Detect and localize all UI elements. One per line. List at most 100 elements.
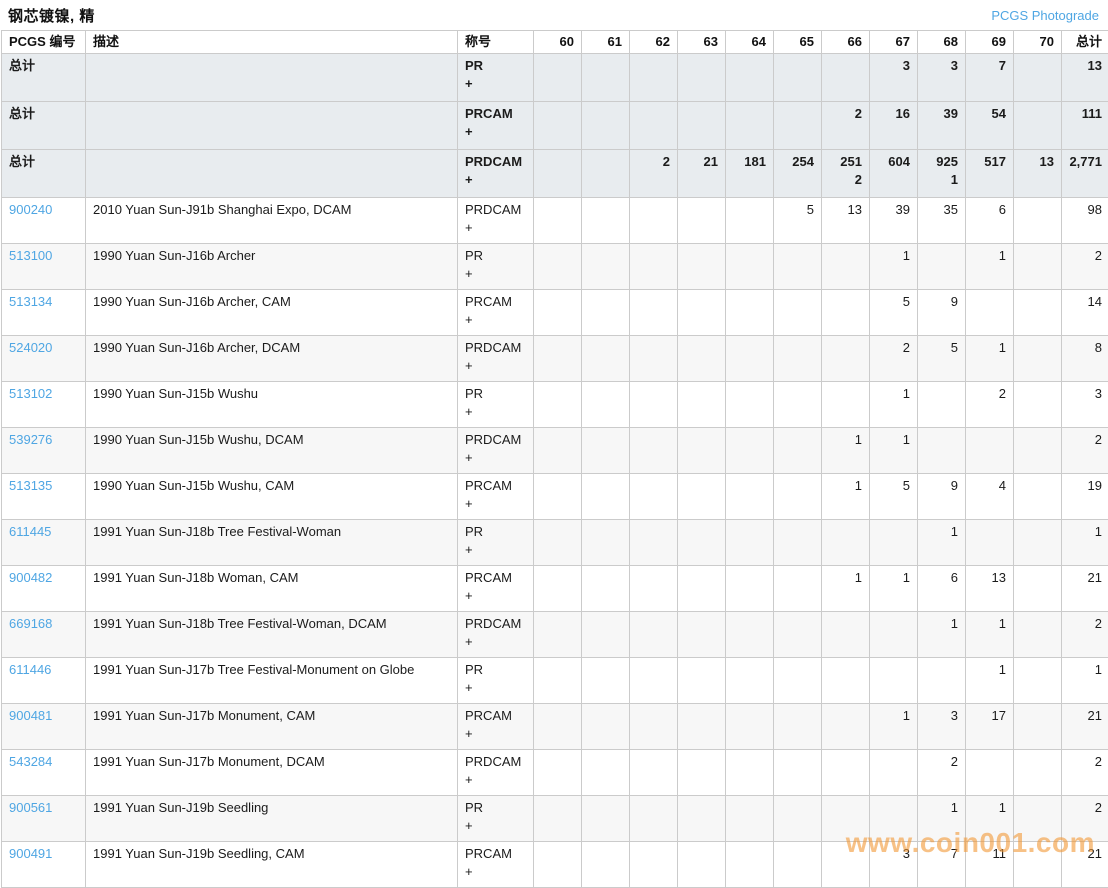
pcgs-number-link[interactable]: 900481 — [9, 708, 52, 723]
pcgs-number-link[interactable]: 611446 — [9, 662, 51, 677]
grade-count-cell — [726, 54, 774, 102]
table-row: 5240201990 Yuan Sun-J16b Archer, DCAMPRD… — [2, 336, 1108, 382]
description-cell: 1991 Yuan Sun-J17b Monument, CAM — [86, 704, 458, 750]
grade-count-cell — [678, 658, 726, 704]
description-cell: 1990 Yuan Sun-J16b Archer, CAM — [86, 290, 458, 336]
column-header-total: 总计 — [1062, 31, 1108, 54]
grade-count-cell: 98 — [1062, 198, 1108, 244]
description-cell: 2010 Yuan Sun-J91b Shanghai Expo, DCAM — [86, 198, 458, 244]
grade-count-cell: 17 — [966, 704, 1014, 750]
grade-count-cell — [1014, 428, 1062, 474]
pcgs-number-link[interactable]: 513135 — [9, 478, 52, 493]
grade-count-cell — [534, 796, 582, 842]
total-label: 总计 — [2, 150, 86, 198]
table-row: 9004821991 Yuan Sun-J18b Woman, CAMPRCAM… — [2, 566, 1108, 612]
pcgs-number-link[interactable]: 900561 — [9, 800, 52, 815]
column-header-66: 66 — [822, 31, 870, 54]
grade-count-cell — [678, 54, 726, 102]
grade-count-cell: 7 — [966, 54, 1014, 102]
grade-count-cell: 6 — [966, 198, 1014, 244]
plus-label: + — [465, 220, 526, 236]
pcgs-number-link[interactable]: 513102 — [9, 386, 52, 401]
pcgs-number-link[interactable]: 513134 — [9, 294, 52, 309]
photograde-link[interactable]: PCGS Photograde — [991, 8, 1099, 23]
grade-count-cell: 7 — [918, 842, 966, 888]
table-row: 9004911991 Yuan Sun-J19b Seedling, CAMPR… — [2, 842, 1108, 888]
grade-count-cell — [630, 54, 678, 102]
plus-label: + — [465, 818, 526, 834]
pcgs-number-link[interactable]: 524020 — [9, 340, 52, 355]
grade-count-cell — [966, 520, 1014, 566]
pcgs-number-link[interactable]: 611445 — [9, 524, 51, 539]
pcgs-number-link[interactable]: 900240 — [9, 202, 52, 217]
designation-cell: PRCAM+ — [458, 474, 534, 520]
grade-count-cell: 2512 — [822, 150, 870, 198]
designation-cell: PRDCAM+ — [458, 198, 534, 244]
grade-count-cell — [774, 102, 822, 150]
designation-cell: PRDCAM+ — [458, 612, 534, 658]
pcgs-number-link[interactable]: 900491 — [9, 846, 52, 861]
pcgs-number-link[interactable]: 543284 — [9, 754, 52, 769]
table-row: 900240 2010 Yuan Sun-J91b Shanghai Expo, … — [2, 198, 1108, 244]
designation-label: PRDCAM — [465, 616, 521, 631]
population-table: PCGS 编号描述称号6061626364656667686970总计 总计PR… — [1, 30, 1108, 888]
pcgs-number-link[interactable]: 900482 — [9, 570, 52, 585]
grade-count-cell: 3 — [870, 842, 918, 888]
designation-label: PRDCAM — [465, 154, 522, 169]
total-row: 总计PRCAM+2163954111 — [2, 102, 1108, 150]
grade-count-cell: 9 — [918, 290, 966, 336]
grade-count-cell — [630, 244, 678, 290]
grade-count-cell: 2 — [1062, 244, 1108, 290]
grade-count-cell — [678, 612, 726, 658]
grade-count-cell: 3 — [870, 54, 918, 102]
grade-count-cell: 2 — [822, 102, 870, 150]
total-row: 总计PR+33713 — [2, 54, 1108, 102]
pcgs-number-link[interactable]: 513100 — [9, 248, 52, 263]
grade-count-cell — [822, 382, 870, 428]
grade-count-cell — [1014, 336, 1062, 382]
grade-count-cell — [726, 382, 774, 428]
plus-label: + — [465, 124, 526, 140]
grade-count-cell: 1 — [918, 796, 966, 842]
grade-count-cell — [630, 796, 678, 842]
grade-count-cell: 1 — [870, 428, 918, 474]
grade-count-cell — [582, 150, 630, 198]
top-bar: 钢芯镀镍, 精 PCGS Photograde — [0, 0, 1108, 30]
grade-count-cell: 1 — [822, 566, 870, 612]
grade-count-cell — [630, 474, 678, 520]
grade-count-cell — [678, 474, 726, 520]
grade-count-cell: 1 — [870, 566, 918, 612]
grade-count-cell — [1014, 520, 1062, 566]
grade-count-cell — [822, 658, 870, 704]
table-row: 5432841991 Yuan Sun-J17b Monument, DCAMP… — [2, 750, 1108, 796]
column-header-63: 63 — [678, 31, 726, 54]
grade-count-cell — [870, 520, 918, 566]
pcgs-number-cell: 900481 — [2, 704, 86, 750]
grade-count-cell — [630, 102, 678, 150]
grade-count-cell: 111 — [1062, 102, 1108, 150]
description-cell: 1991 Yuan Sun-J18b Tree Festival-Woman, … — [86, 612, 458, 658]
grade-count-cell — [918, 658, 966, 704]
grade-count-cell — [582, 520, 630, 566]
designation-label: PRDCAM — [465, 754, 521, 769]
plus-grade-count: 2 — [829, 172, 862, 188]
plus-label: + — [465, 312, 526, 328]
column-header-61: 61 — [582, 31, 630, 54]
grade-count-cell — [918, 244, 966, 290]
plus-label: + — [465, 588, 526, 604]
pcgs-number-link[interactable]: 539276 — [9, 432, 52, 447]
grade-count-cell: 9 — [918, 474, 966, 520]
pcgs-number-link[interactable]: 669168 — [9, 616, 52, 631]
grade-count-cell: 1 — [918, 612, 966, 658]
grade-count-cell: 13 — [1014, 150, 1062, 198]
description-cell: 1990 Yuan Sun-J16b Archer — [86, 244, 458, 290]
grade-count-cell — [774, 520, 822, 566]
grade-count-cell — [726, 336, 774, 382]
plus-label: + — [465, 496, 526, 512]
grade-count-cell: 4 — [966, 474, 1014, 520]
grade-count-cell: 35 — [918, 198, 966, 244]
designation-cell: PRDCAM+ — [458, 428, 534, 474]
grade-count-cell: 13 — [1062, 54, 1108, 102]
grade-count-cell: 2,771 — [1062, 150, 1108, 198]
grade-count-cell — [582, 566, 630, 612]
